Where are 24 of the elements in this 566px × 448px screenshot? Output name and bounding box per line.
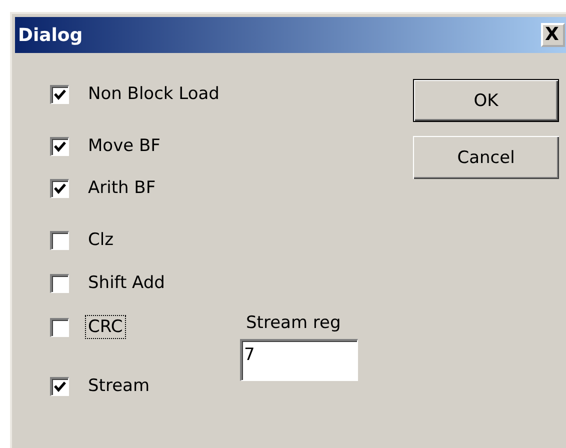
checkbox[interactable] <box>50 136 69 156</box>
input-field[interactable]: 7 <box>240 339 358 381</box>
checkbox-label[interactable]: Clz <box>85 228 117 252</box>
checkbox[interactable] <box>50 274 69 292</box>
checkbox[interactable] <box>50 318 69 336</box>
checkbox-label[interactable]: Move BF <box>85 134 164 158</box>
checkbox-label[interactable]: Arith BF <box>85 176 159 200</box>
checkbox-label[interactable]: CRC <box>85 315 126 339</box>
checkbox[interactable] <box>50 178 69 198</box>
checkbox[interactable] <box>50 376 69 396</box>
checkbox-label[interactable]: Non Block Load <box>85 82 222 106</box>
close-button[interactable]: X <box>541 23 565 47</box>
checkbox[interactable] <box>50 84 69 104</box>
checkbox-label[interactable]: Stream <box>85 374 153 398</box>
checkbox[interactable] <box>50 230 69 250</box>
checkmark-icon <box>54 89 66 100</box>
window-title: Dialog <box>18 24 83 46</box>
dialog-button[interactable]: Cancel <box>413 136 559 179</box>
checkmark-icon <box>54 141 66 152</box>
checkmark-icon <box>54 183 66 194</box>
dialog-button[interactable]: OK <box>413 79 559 122</box>
field-label: Stream reg <box>246 313 342 333</box>
checkbox-label[interactable]: Shift Add <box>85 271 168 295</box>
checkmark-icon <box>54 381 66 392</box>
